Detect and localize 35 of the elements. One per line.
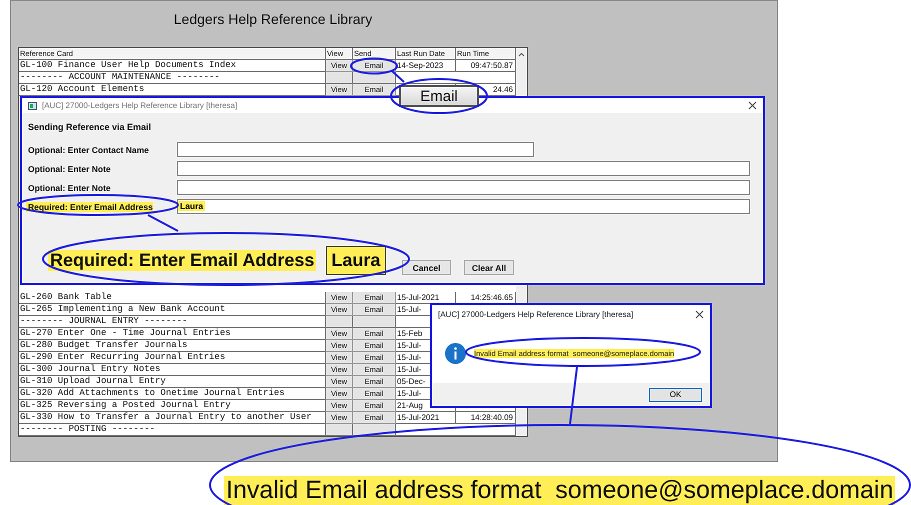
window-title: Ledgers Help Reference Library — [172, 10, 374, 29]
section-heading: -------- POSTING -------- — [19, 424, 326, 436]
zoomed-field-label: Required: Enter Email Address — [48, 250, 316, 271]
reference-card-cell: GL-300 Journal Entry Notes — [19, 364, 326, 376]
clear-all-button[interactable]: Clear All — [464, 260, 514, 275]
dialog-title: [AUC] 27000-Ledgers Help Reference Library [theresa] — [42, 101, 238, 110]
reference-card-cell: GL-260 Bank Table — [19, 292, 326, 304]
reference-card-cell: GL-280 Budget Transfer Journals — [19, 340, 326, 352]
reference-card-cell: GL-325 Reversing a Posted Journal Entry — [19, 400, 326, 412]
zoomed-error-message: Invalid Email address format someone@someplace.domain — [224, 476, 896, 505]
dialog-heading: Sending Reference via Email — [28, 122, 152, 132]
time-cell: 09:47:50.87 — [456, 60, 516, 72]
date-cell: 15-Jul-2021 — [396, 412, 456, 424]
cancel-button[interactable]: Cancel — [402, 260, 451, 275]
field-label: Required: Enter Email Address — [26, 202, 153, 212]
field-label: Optional: Enter Note — [27, 182, 111, 192]
input-field[interactable]: Laura — [177, 199, 750, 214]
zoomed-email-button[interactable]: Email — [399, 85, 479, 107]
field-label: Optional: Enter Contact Name — [27, 144, 149, 154]
zoomed-input-field: Laura — [326, 246, 386, 275]
time-cell: 14:28:40.09 — [456, 412, 516, 424]
reference-card-cell: GL-265 Implementing a New Bank Account — [19, 304, 326, 316]
section-heading: -------- ACCOUNT MAINTENANCE -------- — [19, 72, 326, 84]
reference-card-cell: GL-100 Finance User Help Documents Index — [19, 60, 326, 72]
reference-card-cell: GL-290 Enter Recurring Journal Entries — [19, 352, 326, 364]
date-cell: 15-Jul-2021 — [396, 292, 456, 304]
reference-card-cell: GL-330 How to Transfer a Journal Entry to another User — [19, 412, 326, 424]
reference-card-cell: GL-310 Upload Journal Entry — [19, 376, 326, 388]
date-cell: 14-Sep-2023 — [396, 60, 456, 72]
ok-button[interactable]: OK — [649, 388, 702, 402]
reference-card-cell: GL-270 Enter One - Time Journal Entries — [19, 328, 326, 340]
reference-card-cell: GL-120 Account Elements — [19, 84, 326, 96]
field-label: Optional: Enter Note — [27, 164, 111, 174]
reference-card-cell: GL-320 Add Attachments to Onetime Journal Entries — [19, 388, 326, 400]
section-heading: -------- JOURNAL ENTRY -------- — [19, 316, 326, 328]
